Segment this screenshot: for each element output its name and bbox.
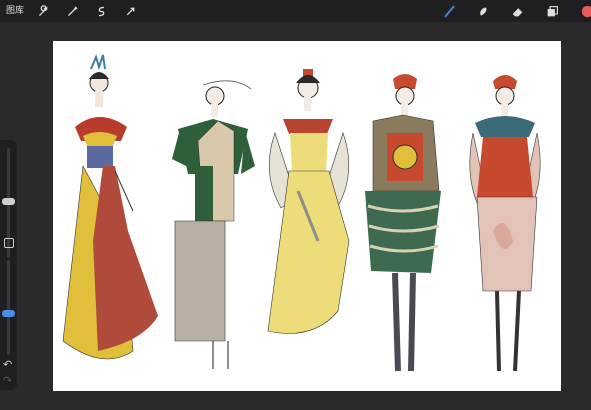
brush-size-slider[interactable]	[2, 198, 15, 205]
figure-2-green-jacket	[172, 80, 255, 369]
figure-3-yellow-draped-dress	[267, 69, 350, 334]
smudge-icon[interactable]	[475, 3, 491, 19]
top-toolbar: 图库	[0, 0, 591, 22]
eraser-icon[interactable]	[509, 3, 525, 19]
fashion-sketch-artwork	[62, 54, 541, 372]
transform-arrow-icon[interactable]	[122, 3, 138, 19]
redo-icon[interactable]: ↷	[3, 374, 12, 387]
figure-1-yellow-red-gown	[62, 54, 158, 360]
opacity-track	[7, 260, 10, 355]
drawing-canvas[interactable]	[53, 41, 561, 391]
opacity-slider[interactable]	[2, 310, 15, 317]
color-swatch[interactable]	[579, 3, 591, 19]
selection-icon[interactable]	[93, 3, 109, 19]
layers-icon[interactable]	[544, 3, 560, 19]
brush-icon[interactable]	[441, 3, 457, 19]
figure-4-striped-skirt	[365, 74, 441, 372]
figure-5-pink-dress	[469, 75, 541, 372]
square-icon[interactable]	[4, 238, 14, 248]
wrench-icon[interactable]	[35, 3, 51, 19]
undo-icon[interactable]: ↶	[3, 358, 12, 371]
gallery-button[interactable]: 图库	[6, 3, 24, 16]
left-sidebar: ↶ ↷	[0, 140, 17, 390]
adjustments-icon[interactable]	[64, 3, 80, 19]
